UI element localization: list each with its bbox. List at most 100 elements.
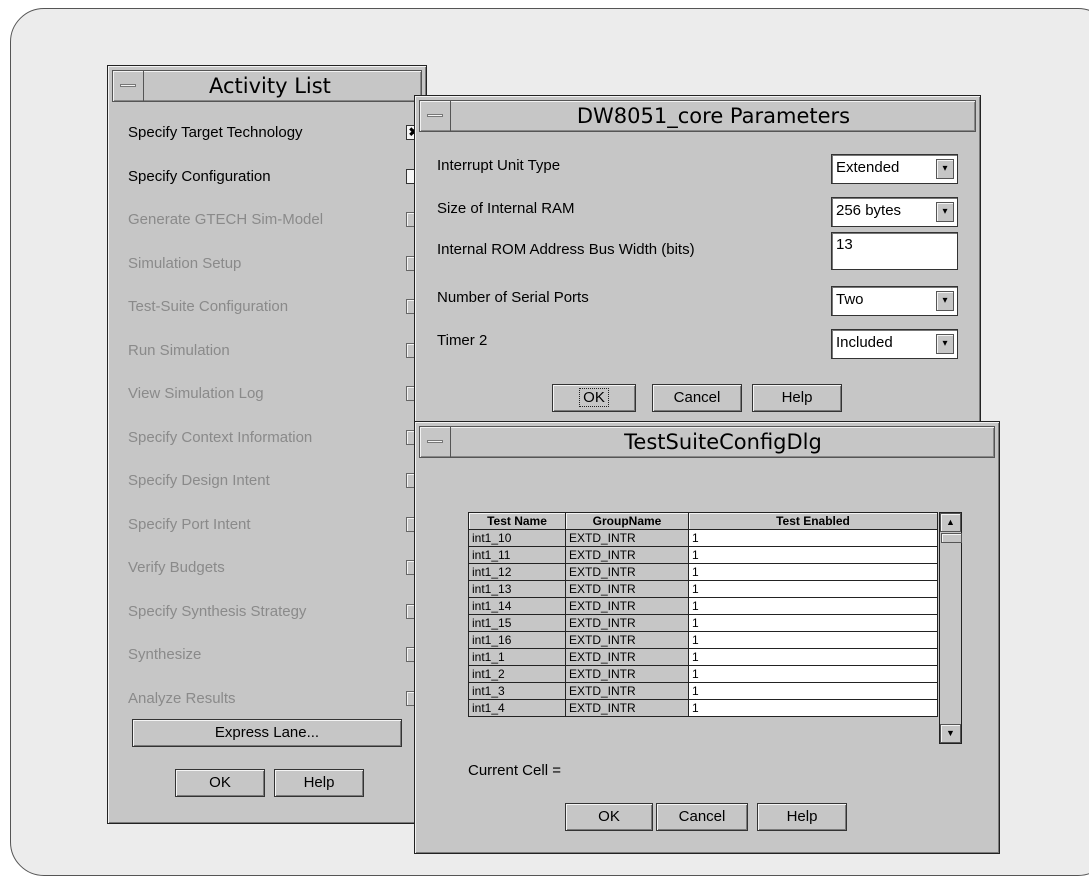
param-combo[interactable]: Extended ▾ bbox=[831, 154, 958, 184]
activity-item[interactable]: Synthesize bbox=[128, 645, 421, 689]
activity-item-label: Specify Synthesis Strategy bbox=[128, 602, 307, 620]
param-text-field[interactable]: 13 bbox=[831, 232, 958, 270]
chevron-down-icon[interactable]: ▾ bbox=[936, 202, 954, 222]
chevron-down-icon[interactable]: ▾ bbox=[936, 291, 954, 311]
table-row[interactable]: int1_4 EXTD_INTR 1 bbox=[468, 699, 938, 717]
scroll-down-icon[interactable]: ▼ bbox=[940, 724, 961, 743]
activity-item[interactable]: Specify Configuration bbox=[128, 167, 421, 211]
table-row[interactable]: int1_15 EXTD_INTR 1 bbox=[468, 614, 938, 632]
group-name-cell[interactable]: EXTD_INTR bbox=[565, 648, 689, 666]
table-row[interactable]: int1_16 EXTD_INTR 1 bbox=[468, 631, 938, 649]
test-name-cell[interactable]: int1_16 bbox=[468, 631, 566, 649]
test-enabled-cell[interactable]: 1 bbox=[688, 648, 938, 666]
table-row[interactable]: int1_14 EXTD_INTR 1 bbox=[468, 597, 938, 615]
scroll-thumb[interactable] bbox=[941, 533, 962, 543]
testsuite-titlebar[interactable]: TestSuiteConfigDlg bbox=[419, 426, 995, 458]
window-menu-button[interactable] bbox=[113, 71, 144, 101]
test-name-cell[interactable]: int1_11 bbox=[468, 546, 566, 564]
group-name-cell[interactable]: EXTD_INTR bbox=[565, 597, 689, 615]
activity-item-label: Analyze Results bbox=[128, 689, 236, 707]
test-name-cell[interactable]: int1_2 bbox=[468, 665, 566, 683]
col-header-group-name[interactable]: GroupName bbox=[565, 512, 689, 530]
test-enabled-cell[interactable]: 1 bbox=[688, 699, 938, 717]
activity-item[interactable]: View Simulation Log bbox=[128, 384, 421, 428]
test-table[interactable]: Test Name GroupName Test Enabled int1_10… bbox=[468, 512, 938, 717]
test-enabled-cell[interactable]: 1 bbox=[688, 614, 938, 632]
group-name-cell[interactable]: EXTD_INTR bbox=[565, 580, 689, 598]
test-enabled-cell[interactable]: 1 bbox=[688, 631, 938, 649]
test-enabled-cell[interactable]: 1 bbox=[688, 682, 938, 700]
activity-help-button[interactable]: Help bbox=[274, 769, 364, 797]
test-name-cell[interactable]: int1_3 bbox=[468, 682, 566, 700]
params-ok-button[interactable]: OK bbox=[552, 384, 636, 412]
group-name-cell[interactable]: EXTD_INTR bbox=[565, 614, 689, 632]
col-header-test-enabled[interactable]: Test Enabled bbox=[688, 512, 938, 530]
testsuite-help-button[interactable]: Help bbox=[757, 803, 847, 831]
group-name-cell[interactable]: EXTD_INTR bbox=[565, 631, 689, 649]
param-text-value: 13 bbox=[836, 236, 853, 253]
activity-item-label: Synthesize bbox=[128, 646, 202, 663]
param-combo[interactable]: Included ▾ bbox=[831, 329, 958, 359]
test-enabled-cell[interactable]: 1 bbox=[688, 546, 938, 564]
activity-item[interactable]: Specify Design Intent bbox=[128, 471, 421, 515]
group-name-cell[interactable]: EXTD_INTR bbox=[565, 665, 689, 683]
table-row[interactable]: int1_3 EXTD_INTR 1 bbox=[468, 682, 938, 700]
activity-list-titlebar[interactable]: Activity List bbox=[112, 70, 422, 102]
group-name-cell[interactable]: EXTD_INTR bbox=[565, 563, 689, 581]
window-menu-button[interactable] bbox=[420, 427, 451, 457]
test-name-cell[interactable]: int1_14 bbox=[468, 597, 566, 615]
window-menu-button[interactable] bbox=[420, 101, 451, 131]
testsuite-ok-button[interactable]: OK bbox=[565, 803, 653, 831]
table-row[interactable]: int1_2 EXTD_INTR 1 bbox=[468, 665, 938, 683]
scroll-up-icon[interactable]: ▲ bbox=[940, 513, 961, 532]
table-row[interactable]: int1_11 EXTD_INTR 1 bbox=[468, 546, 938, 564]
params-cancel-button[interactable]: Cancel bbox=[652, 384, 742, 412]
activity-item[interactable]: Test-Suite Configuration bbox=[128, 297, 421, 341]
test-enabled-cell[interactable]: 1 bbox=[688, 597, 938, 615]
table-row[interactable]: int1_13 EXTD_INTR 1 bbox=[468, 580, 938, 598]
group-name-cell[interactable]: EXTD_INTR bbox=[565, 546, 689, 564]
activity-item[interactable]: Specify Port Intent bbox=[128, 515, 421, 559]
table-header-row: Test Name GroupName Test Enabled bbox=[468, 512, 938, 530]
test-enabled-cell[interactable]: 1 bbox=[688, 563, 938, 581]
table-row[interactable]: int1_12 EXTD_INTR 1 bbox=[468, 563, 938, 581]
testsuite-cancel-button[interactable]: Cancel bbox=[656, 803, 748, 831]
group-name-cell[interactable]: EXTD_INTR bbox=[565, 529, 689, 547]
col-header-test-name[interactable]: Test Name bbox=[468, 512, 566, 530]
params-help-label: Help bbox=[781, 389, 813, 406]
chevron-down-icon[interactable]: ▾ bbox=[936, 159, 954, 179]
table-row[interactable]: int1_10 EXTD_INTR 1 bbox=[468, 529, 938, 547]
activity-ok-button[interactable]: OK bbox=[175, 769, 265, 797]
activity-item[interactable]: Simulation Setup bbox=[128, 254, 421, 298]
activity-item[interactable]: Specify Synthesis Strategy bbox=[128, 602, 421, 646]
chevron-down-icon[interactable]: ▾ bbox=[936, 334, 954, 354]
test-enabled-cell[interactable]: 1 bbox=[688, 665, 938, 683]
table-vertical-scrollbar[interactable]: ▲ ▼ bbox=[939, 512, 962, 744]
activity-item[interactable]: Specify Target Technology✖ bbox=[128, 123, 421, 167]
activity-item[interactable]: Generate GTECH Sim-Model bbox=[128, 210, 421, 254]
test-enabled-cell[interactable]: 1 bbox=[688, 580, 938, 598]
express-lane-label: Express Lane... bbox=[214, 724, 320, 741]
group-name-cell[interactable]: EXTD_INTR bbox=[565, 699, 689, 717]
activity-item[interactable]: Verify Budgets bbox=[128, 558, 421, 602]
params-ok-label: OK bbox=[579, 388, 609, 407]
test-name-cell[interactable]: int1_4 bbox=[468, 699, 566, 717]
express-lane-button[interactable]: Express Lane... bbox=[132, 719, 402, 747]
testsuite-title: TestSuiteConfigDlg bbox=[624, 430, 822, 454]
parameters-titlebar[interactable]: DW8051_core Parameters bbox=[419, 100, 976, 132]
table-row[interactable]: int1_1 EXTD_INTR 1 bbox=[468, 648, 938, 666]
test-table-container: Test Name GroupName Test Enabled int1_10… bbox=[468, 512, 938, 744]
test-enabled-cell[interactable]: 1 bbox=[688, 529, 938, 547]
group-name-cell[interactable]: EXTD_INTR bbox=[565, 682, 689, 700]
test-name-cell[interactable]: int1_10 bbox=[468, 529, 566, 547]
activity-item[interactable]: Specify Context Information bbox=[128, 428, 421, 472]
test-name-cell[interactable]: int1_12 bbox=[468, 563, 566, 581]
activity-item[interactable]: Run Simulation bbox=[128, 341, 421, 385]
test-name-cell[interactable]: int1_1 bbox=[468, 648, 566, 666]
param-combo[interactable]: 256 bytes ▾ bbox=[831, 197, 958, 227]
test-name-cell[interactable]: int1_15 bbox=[468, 614, 566, 632]
params-help-button[interactable]: Help bbox=[752, 384, 842, 412]
param-combo[interactable]: Two ▾ bbox=[831, 286, 958, 316]
test-name-cell[interactable]: int1_13 bbox=[468, 580, 566, 598]
activity-item-label: Specify Target Technology bbox=[128, 124, 303, 141]
